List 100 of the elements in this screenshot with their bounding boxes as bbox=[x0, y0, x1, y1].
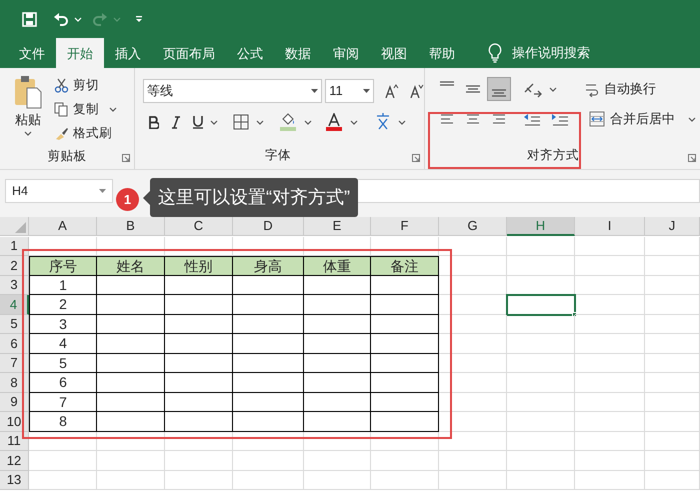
save-icon[interactable] bbox=[22, 12, 37, 26]
table-cell bbox=[97, 392, 165, 412]
ribbon-tab[interactable]: 开始 bbox=[56, 38, 104, 68]
name-box[interactable]: H4 bbox=[5, 179, 113, 203]
corner-triangle-icon bbox=[15, 222, 26, 233]
table-cell bbox=[165, 392, 233, 412]
row-header[interactable]: 13 bbox=[0, 470, 29, 490]
copy-icon bbox=[54, 102, 69, 117]
customize-icon[interactable] bbox=[135, 15, 143, 23]
dialog-launcher-icon[interactable] bbox=[122, 154, 130, 162]
grid-cell bbox=[439, 256, 507, 276]
table-cell bbox=[233, 334, 304, 354]
caret-icon[interactable] bbox=[549, 86, 557, 92]
grid-cell bbox=[645, 314, 700, 334]
phonetic-icon[interactable] bbox=[375, 113, 391, 131]
ribbon-tab[interactable]: 插入 bbox=[104, 38, 152, 68]
column-header[interactable]: D bbox=[233, 217, 304, 236]
ribbon-tab[interactable]: 视图 bbox=[370, 38, 418, 68]
ribbon-tab[interactable]: 文件 bbox=[8, 38, 56, 68]
table-cell bbox=[304, 295, 371, 314]
row-header[interactable]: 10 bbox=[0, 412, 29, 432]
callout-text: 这里可以设置“对齐方式” bbox=[158, 186, 350, 209]
grid-cell bbox=[439, 276, 507, 295]
column-header[interactable]: H bbox=[507, 217, 575, 236]
increase-indent-icon[interactable] bbox=[551, 111, 569, 127]
grid-cell bbox=[575, 373, 645, 392]
table-cell: 5 bbox=[29, 354, 97, 373]
row-header[interactable]: 12 bbox=[0, 451, 29, 470]
borders-icon[interactable] bbox=[233, 114, 249, 130]
font-name-field[interactable]: 等线 bbox=[143, 79, 322, 103]
caret-icon bbox=[113, 16, 121, 22]
grid-cell bbox=[29, 432, 97, 451]
paste-button[interactable]: 粘贴 bbox=[12, 74, 44, 147]
caret-icon[interactable] bbox=[350, 120, 358, 124]
caret-icon bbox=[363, 89, 370, 93]
wrap-text-button[interactable]: 自动换行 bbox=[585, 79, 656, 99]
column-heading: 性别 bbox=[165, 256, 233, 276]
caret-icon[interactable] bbox=[304, 120, 312, 124]
ribbon-tab[interactable]: 帮助 bbox=[418, 38, 466, 68]
dialog-launcher-icon[interactable] bbox=[412, 154, 420, 162]
fill-color-icon[interactable] bbox=[279, 113, 297, 131]
ribbon-tab[interactable]: 页面布局 bbox=[152, 38, 226, 68]
column-heading: 姓名 bbox=[97, 256, 165, 276]
align-bottom-button[interactable] bbox=[487, 77, 511, 101]
caret-icon[interactable] bbox=[256, 120, 264, 124]
row-header[interactable]: 8 bbox=[0, 373, 29, 392]
fill-handle[interactable] bbox=[572, 312, 577, 316]
font-size-field[interactable]: 11 bbox=[325, 79, 374, 103]
table-cell bbox=[371, 354, 439, 373]
column-header[interactable]: E bbox=[304, 217, 371, 236]
dialog-launcher-icon[interactable] bbox=[688, 154, 696, 162]
ribbon-tab[interactable]: 数据 bbox=[274, 38, 322, 68]
format-painter-button[interactable]: 格式刷 bbox=[54, 124, 117, 143]
column-header[interactable]: J bbox=[645, 217, 700, 236]
grid-cell bbox=[507, 412, 575, 432]
column-header[interactable]: G bbox=[439, 217, 507, 236]
ribbon-tab[interactable]: 审阅 bbox=[322, 38, 370, 68]
grid-cell bbox=[645, 295, 700, 314]
caret-icon[interactable] bbox=[398, 120, 406, 124]
column-header[interactable]: C bbox=[165, 217, 233, 236]
column-header[interactable]: I bbox=[575, 217, 645, 236]
grid-cell bbox=[575, 295, 645, 314]
column-header[interactable]: B bbox=[97, 217, 165, 236]
row-header[interactable]: 6 bbox=[0, 334, 29, 354]
decrease-font-icon[interactable] bbox=[410, 84, 424, 98]
grid-cell bbox=[97, 470, 165, 490]
row-header[interactable]: 4 bbox=[0, 295, 29, 314]
undo-icon[interactable] bbox=[53, 12, 69, 26]
row-header[interactable]: 1 bbox=[0, 236, 29, 256]
increase-font-icon[interactable] bbox=[385, 84, 400, 98]
decrease-indent-icon[interactable] bbox=[523, 111, 541, 127]
table-cell bbox=[304, 354, 371, 373]
ribbon-tab[interactable]: 公式 bbox=[226, 38, 274, 68]
cut-button[interactable]: 剪切 bbox=[54, 76, 117, 95]
grid-cell bbox=[233, 451, 304, 470]
tell-me-search[interactable]: 操作说明搜索 bbox=[512, 43, 590, 63]
italic-icon[interactable] bbox=[172, 116, 180, 128]
underline-icon[interactable] bbox=[193, 115, 203, 129]
grid-cell bbox=[439, 432, 507, 451]
grid-cell bbox=[371, 451, 439, 470]
row-header[interactable]: 11 bbox=[0, 432, 29, 451]
lightbulb-icon[interactable] bbox=[488, 43, 502, 63]
column-header[interactable]: F bbox=[371, 217, 439, 236]
grid-cell bbox=[645, 236, 700, 256]
grid-cell bbox=[575, 256, 645, 276]
table-cell bbox=[304, 412, 371, 432]
scissors-icon bbox=[54, 78, 69, 93]
clipboard-icon bbox=[13, 74, 43, 110]
row-header[interactable]: 2 bbox=[0, 256, 29, 276]
bold-icon[interactable] bbox=[149, 116, 159, 128]
grid-cell bbox=[575, 236, 645, 256]
selected-cell[interactable] bbox=[507, 295, 575, 314]
copy-button[interactable]: 复制 bbox=[54, 100, 117, 119]
table-cell bbox=[97, 295, 165, 314]
grid-cell bbox=[29, 451, 97, 470]
caret-icon[interactable] bbox=[210, 120, 218, 124]
grid-cell bbox=[645, 392, 700, 412]
merge-center-button[interactable]: 合并后居中 bbox=[589, 109, 696, 129]
font-color-icon[interactable] bbox=[325, 113, 343, 131]
column-header[interactable]: A bbox=[29, 217, 97, 236]
